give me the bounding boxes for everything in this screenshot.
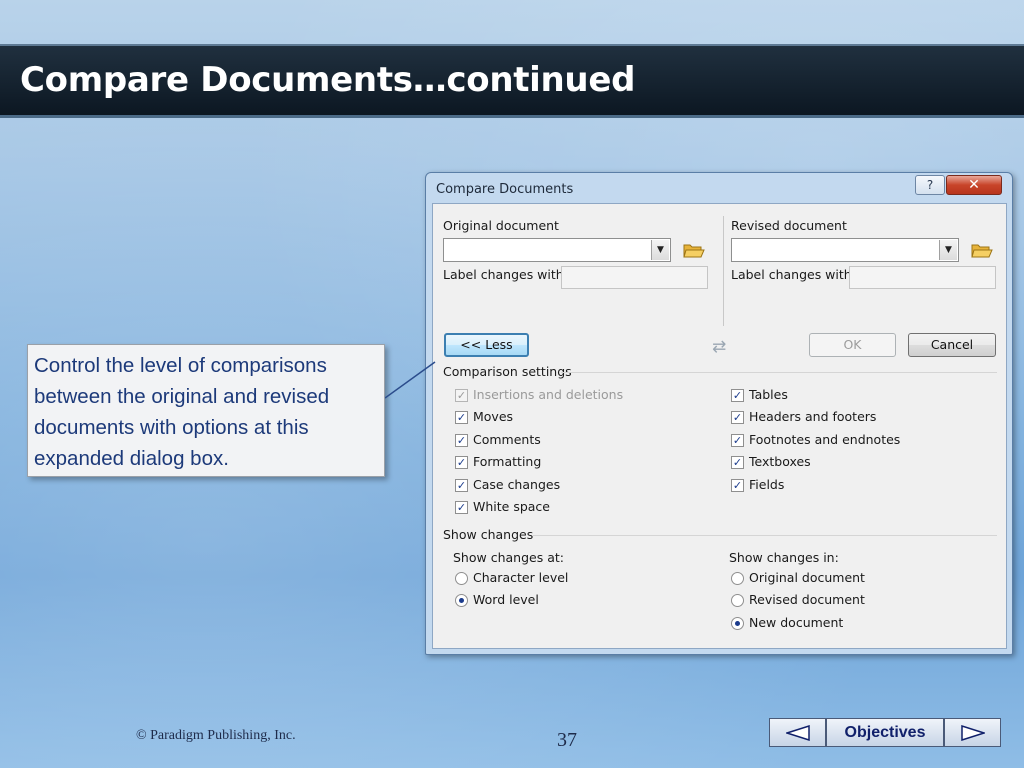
comments-checkbox[interactable]: ✓	[455, 434, 468, 447]
new-document-option-label: New document	[749, 615, 844, 630]
dialog-title: Compare Documents	[436, 182, 574, 197]
original-label-changes-label: Label changes with	[443, 267, 564, 282]
chevron-down-icon[interactable]: ▼	[939, 240, 957, 260]
dialog-body: Original document ▼ Label changes with R…	[432, 203, 1007, 649]
moves-label: Moves	[473, 409, 514, 424]
white-space-label: White space	[473, 499, 550, 514]
arrow-right-icon	[961, 725, 985, 741]
revised-label-changes-input[interactable]	[849, 266, 996, 289]
new-document-radio[interactable]	[731, 617, 744, 630]
show-changes-in-heading: Show changes in:	[729, 550, 839, 565]
moves-checkbox[interactable]: ✓	[455, 411, 468, 424]
swap-documents-icon[interactable]: ⇄	[712, 337, 726, 357]
objectives-label: Objectives	[844, 724, 926, 741]
chevron-down-icon[interactable]: ▼	[651, 240, 669, 260]
show-changes-at-heading: Show changes at:	[453, 550, 564, 565]
group-divider	[533, 535, 997, 536]
revised-document-radio[interactable]	[731, 594, 744, 607]
revised-document-option-label: Revised document	[749, 592, 865, 607]
slide-title: Compare Documents…continued	[20, 60, 636, 100]
open-folder-icon[interactable]	[683, 241, 705, 259]
original-label-changes-input[interactable]	[561, 266, 708, 289]
tables-checkbox[interactable]: ✓	[731, 389, 744, 402]
callout-box: Control the level of comparisons between…	[27, 344, 385, 477]
formatting-checkbox[interactable]: ✓	[455, 456, 468, 469]
revised-label-changes-label: Label changes with	[731, 267, 852, 282]
page-number: 37	[557, 729, 577, 751]
show-changes-heading: Show changes	[443, 527, 534, 542]
insertions-deletions-label: Insertions and deletions	[473, 387, 624, 402]
open-folder-icon[interactable]	[971, 241, 993, 259]
copyright-text: © Paradigm Publishing, Inc.	[136, 728, 296, 743]
case-changes-checkbox[interactable]: ✓	[455, 479, 468, 492]
group-divider	[561, 372, 997, 373]
fields-label: Fields	[749, 477, 785, 492]
original-document-combo[interactable]: ▼	[443, 238, 671, 262]
original-document-label: Original document	[443, 218, 559, 233]
textboxes-label: Textboxes	[749, 454, 811, 469]
word-level-radio[interactable]	[455, 594, 468, 607]
cancel-button[interactable]: Cancel	[908, 333, 996, 357]
character-level-label: Character level	[473, 570, 569, 585]
help-button[interactable]: ?	[915, 175, 945, 195]
original-document-option-label: Original document	[749, 570, 865, 585]
headers-footers-checkbox[interactable]: ✓	[731, 411, 744, 424]
revised-document-label: Revised document	[731, 218, 847, 233]
formatting-label: Formatting	[473, 454, 542, 469]
case-changes-label: Case changes	[473, 477, 561, 492]
callout-connector	[385, 361, 436, 399]
next-slide-button[interactable]	[944, 718, 1001, 747]
footnotes-endnotes-label: Footnotes and endnotes	[749, 432, 901, 447]
title-band: Compare Documents…continued	[0, 44, 1024, 118]
headers-footers-label: Headers and footers	[749, 409, 877, 424]
comparison-settings-heading: Comparison settings	[443, 364, 572, 379]
close-button[interactable]: ✕	[946, 175, 1002, 195]
character-level-radio[interactable]	[455, 572, 468, 585]
white-space-checkbox[interactable]: ✓	[455, 501, 468, 514]
compare-documents-dialog: Compare Documents ? ✕ Original document …	[425, 172, 1013, 655]
less-button[interactable]: << Less	[444, 333, 529, 357]
textboxes-checkbox[interactable]: ✓	[731, 456, 744, 469]
previous-slide-button[interactable]	[769, 718, 826, 747]
tables-label: Tables	[749, 387, 788, 402]
ok-button[interactable]: OK	[809, 333, 896, 357]
word-level-label: Word level	[473, 592, 539, 607]
divider	[723, 216, 724, 326]
revised-document-combo[interactable]: ▼	[731, 238, 959, 262]
comments-label: Comments	[473, 432, 541, 447]
arrow-left-icon	[786, 725, 810, 741]
footnotes-endnotes-checkbox[interactable]: ✓	[731, 434, 744, 447]
original-document-radio[interactable]	[731, 572, 744, 585]
fields-checkbox[interactable]: ✓	[731, 479, 744, 492]
objectives-button[interactable]: Objectives	[826, 718, 944, 747]
insertions-deletions-checkbox[interactable]: ✓	[455, 389, 468, 402]
